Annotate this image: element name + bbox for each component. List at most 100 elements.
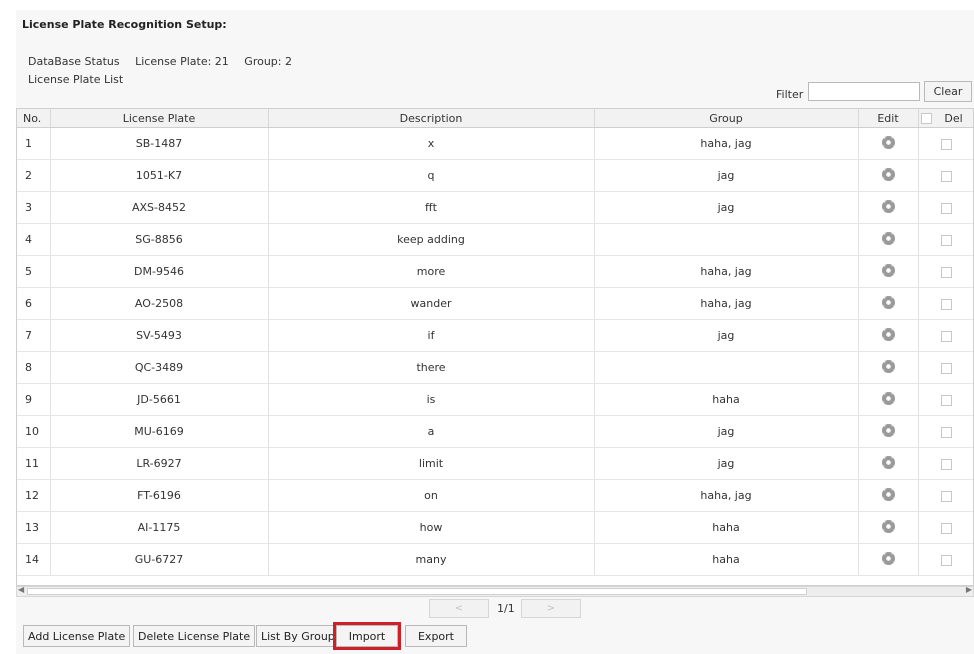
header-group[interactable]: Group — [594, 109, 859, 128]
delete-license-plate-button[interactable]: Delete License Plate — [133, 625, 256, 647]
cell-group: haha — [594, 543, 859, 576]
cell-description: a — [268, 415, 595, 448]
cell-no: 3 — [17, 191, 51, 224]
delete-checkbox[interactable] — [941, 490, 952, 502]
header-license-plate[interactable]: License Plate — [50, 109, 269, 128]
delete-checkbox[interactable] — [941, 554, 952, 566]
cell-edit — [858, 415, 919, 448]
list-by-group-button[interactable]: List By Group — [256, 625, 340, 647]
table-row[interactable]: 3 AXS-8452 fft jag — [17, 191, 973, 224]
gear-icon[interactable] — [881, 231, 895, 245]
gear-icon[interactable] — [881, 455, 895, 469]
import-button[interactable]: Import — [333, 622, 401, 650]
cell-group: jag — [594, 447, 859, 480]
table-row[interactable]: 4 SG-8856 keep adding — [17, 223, 973, 256]
cell-no: 14 — [17, 543, 51, 576]
delete-checkbox[interactable] — [941, 394, 952, 406]
scroll-right-arrow-icon[interactable]: ▶ — [966, 585, 972, 594]
table-row[interactable]: 10 MU-6169 a jag — [17, 415, 973, 448]
cell-group — [594, 351, 859, 384]
cell-no: 4 — [17, 223, 51, 256]
gear-icon[interactable] — [881, 423, 895, 437]
cell-license-plate: SV-5493 — [50, 319, 269, 352]
cell-description: there — [268, 351, 595, 384]
cell-group: haha — [594, 511, 859, 544]
export-button[interactable]: Export — [405, 625, 467, 647]
cell-del — [918, 543, 973, 576]
table-row[interactable]: 2 1051-K7 q jag — [17, 159, 973, 192]
cell-no: 2 — [17, 159, 51, 192]
cell-description: q — [268, 159, 595, 192]
horizontal-scrollbar[interactable]: ◀ ▶ — [16, 585, 974, 597]
delete-checkbox[interactable] — [941, 330, 952, 342]
delete-checkbox[interactable] — [941, 266, 952, 278]
header-description[interactable]: Description — [268, 109, 595, 128]
delete-checkbox[interactable] — [941, 362, 952, 374]
cell-description: keep adding — [268, 223, 595, 256]
gear-icon[interactable] — [881, 167, 895, 181]
cell-group: haha, jag — [594, 479, 859, 512]
delete-checkbox[interactable] — [941, 298, 952, 310]
cell-group: jag — [594, 319, 859, 352]
cell-description: fft — [268, 191, 595, 224]
cell-description: is — [268, 383, 595, 416]
table-row[interactable]: 5 DM-9546 more haha, jag — [17, 255, 973, 288]
cell-group: jag — [594, 159, 859, 192]
delete-checkbox[interactable] — [941, 170, 952, 182]
table-row[interactable]: 11 LR-6927 limit jag — [17, 447, 973, 480]
cell-edit — [858, 223, 919, 256]
gear-icon[interactable] — [881, 551, 895, 565]
gear-icon[interactable] — [881, 295, 895, 309]
table-row[interactable]: 13 AI-1175 how haha — [17, 511, 973, 544]
clear-button[interactable]: Clear — [924, 81, 972, 102]
cell-del — [918, 511, 973, 544]
cell-del — [918, 351, 973, 384]
table-header-row: No. License Plate Description Group Edit… — [17, 109, 973, 128]
gear-icon[interactable] — [881, 327, 895, 341]
previous-page-button[interactable]: < — [429, 599, 489, 618]
cell-license-plate: DM-9546 — [50, 255, 269, 288]
gear-icon[interactable] — [881, 487, 895, 501]
cell-description: more — [268, 255, 595, 288]
delete-checkbox[interactable] — [941, 138, 952, 150]
cell-license-plate: MU-6169 — [50, 415, 269, 448]
cell-del — [918, 415, 973, 448]
next-page-button[interactable]: > — [521, 599, 581, 618]
cell-license-plate: LR-6927 — [50, 447, 269, 480]
delete-checkbox[interactable] — [941, 522, 952, 534]
gear-icon[interactable] — [881, 519, 895, 533]
gear-icon[interactable] — [881, 391, 895, 405]
gear-icon[interactable] — [881, 199, 895, 213]
scroll-left-arrow-icon[interactable]: ◀ — [18, 585, 24, 594]
table-row[interactable]: 6 AO-2508 wander haha, jag — [17, 287, 973, 320]
delete-checkbox[interactable] — [941, 202, 952, 214]
gear-icon[interactable] — [881, 263, 895, 277]
scrollbar-thumb[interactable] — [27, 588, 807, 595]
delete-checkbox[interactable] — [941, 458, 952, 470]
cell-description: on — [268, 479, 595, 512]
delete-checkbox[interactable] — [941, 234, 952, 246]
filter-input[interactable] — [808, 82, 920, 101]
table-row[interactable]: 12 FT-6196 on haha, jag — [17, 479, 973, 512]
cell-del — [918, 479, 973, 512]
gear-icon[interactable] — [881, 359, 895, 373]
add-license-plate-button[interactable]: Add License Plate — [23, 625, 131, 647]
cell-no: 9 — [17, 383, 51, 416]
cell-del — [918, 159, 973, 192]
table-row[interactable]: 9 JD-5661 is haha — [17, 383, 973, 416]
cell-description: how — [268, 511, 595, 544]
table-row[interactable]: 14 GU-6727 many haha — [17, 543, 973, 576]
delete-checkbox[interactable] — [941, 426, 952, 438]
cell-license-plate: FT-6196 — [50, 479, 269, 512]
gear-icon[interactable] — [881, 135, 895, 149]
table-row[interactable]: 8 QC-3489 there — [17, 351, 973, 384]
header-del: Del — [918, 109, 973, 128]
license-plate-list-label: License Plate List — [28, 73, 124, 86]
cell-license-plate: 1051-K7 — [50, 159, 269, 192]
table-row[interactable]: 7 SV-5493 if jag — [17, 319, 973, 352]
table-row[interactable]: 1 SB-1487 x haha, jag — [17, 127, 973, 160]
cell-edit — [858, 383, 919, 416]
select-all-checkbox[interactable] — [920, 113, 932, 124]
cell-no: 1 — [17, 127, 51, 160]
cell-no: 10 — [17, 415, 51, 448]
